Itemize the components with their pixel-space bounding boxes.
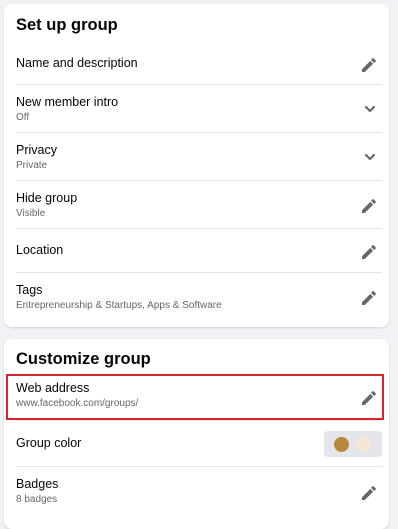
- row-location[interactable]: Location: [16, 229, 382, 273]
- row-label: Web address: [16, 381, 90, 395]
- row-new-member-intro[interactable]: New member intro Off: [16, 85, 382, 133]
- row-label: Privacy: [16, 143, 57, 157]
- row-web-address[interactable]: Web address www.facebook.com/groups/: [16, 374, 382, 421]
- row-badges[interactable]: Badges 8 badges: [16, 467, 382, 517]
- pencil-icon[interactable]: [358, 285, 382, 309]
- row-sublabel: 8 badges: [16, 494, 58, 505]
- row-label: Location: [16, 243, 64, 257]
- row-sublabel: Visible: [16, 208, 46, 219]
- row-privacy[interactable]: Privacy Private: [16, 133, 382, 181]
- row-sublabel: Off: [16, 112, 30, 123]
- row-sublabel: Entrepreneurship & Startups, Apps & Soft…: [16, 300, 222, 311]
- pencil-icon[interactable]: [358, 239, 382, 263]
- setup-group-title: Set up group: [16, 16, 118, 34]
- row-tags[interactable]: Tags Entrepreneurship & Startups, Apps &…: [16, 273, 382, 323]
- pencil-icon[interactable]: [358, 52, 382, 76]
- customize-group-title: Customize group: [16, 350, 151, 368]
- row-group-color[interactable]: Group color: [16, 421, 382, 467]
- row-sublabel: Private: [16, 160, 48, 171]
- row-label: Name and description: [16, 56, 138, 70]
- group-color-picker[interactable]: [324, 431, 382, 457]
- row-label: New member intro: [16, 95, 119, 109]
- setup-group-card: Set up group Name and description New me…: [4, 4, 389, 327]
- row-name-and-description[interactable]: Name and description: [16, 44, 382, 85]
- pencil-icon[interactable]: [358, 385, 382, 409]
- chevron-down-icon[interactable]: [358, 97, 382, 121]
- row-sublabel: www.facebook.com/groups/: [16, 398, 139, 409]
- row-label: Tags: [16, 283, 43, 297]
- row-label: Hide group: [16, 191, 78, 205]
- pencil-icon[interactable]: [358, 480, 382, 504]
- color-swatch-selected[interactable]: [334, 437, 349, 452]
- pencil-icon[interactable]: [358, 193, 382, 217]
- row-hide-group[interactable]: Hide group Visible: [16, 181, 382, 229]
- chevron-down-icon[interactable]: [358, 145, 382, 169]
- color-swatch[interactable]: [356, 437, 371, 452]
- row-label: Group color: [16, 436, 82, 450]
- customize-group-card: Customize group Web address www.facebook…: [4, 339, 389, 529]
- row-label: Badges: [16, 477, 59, 491]
